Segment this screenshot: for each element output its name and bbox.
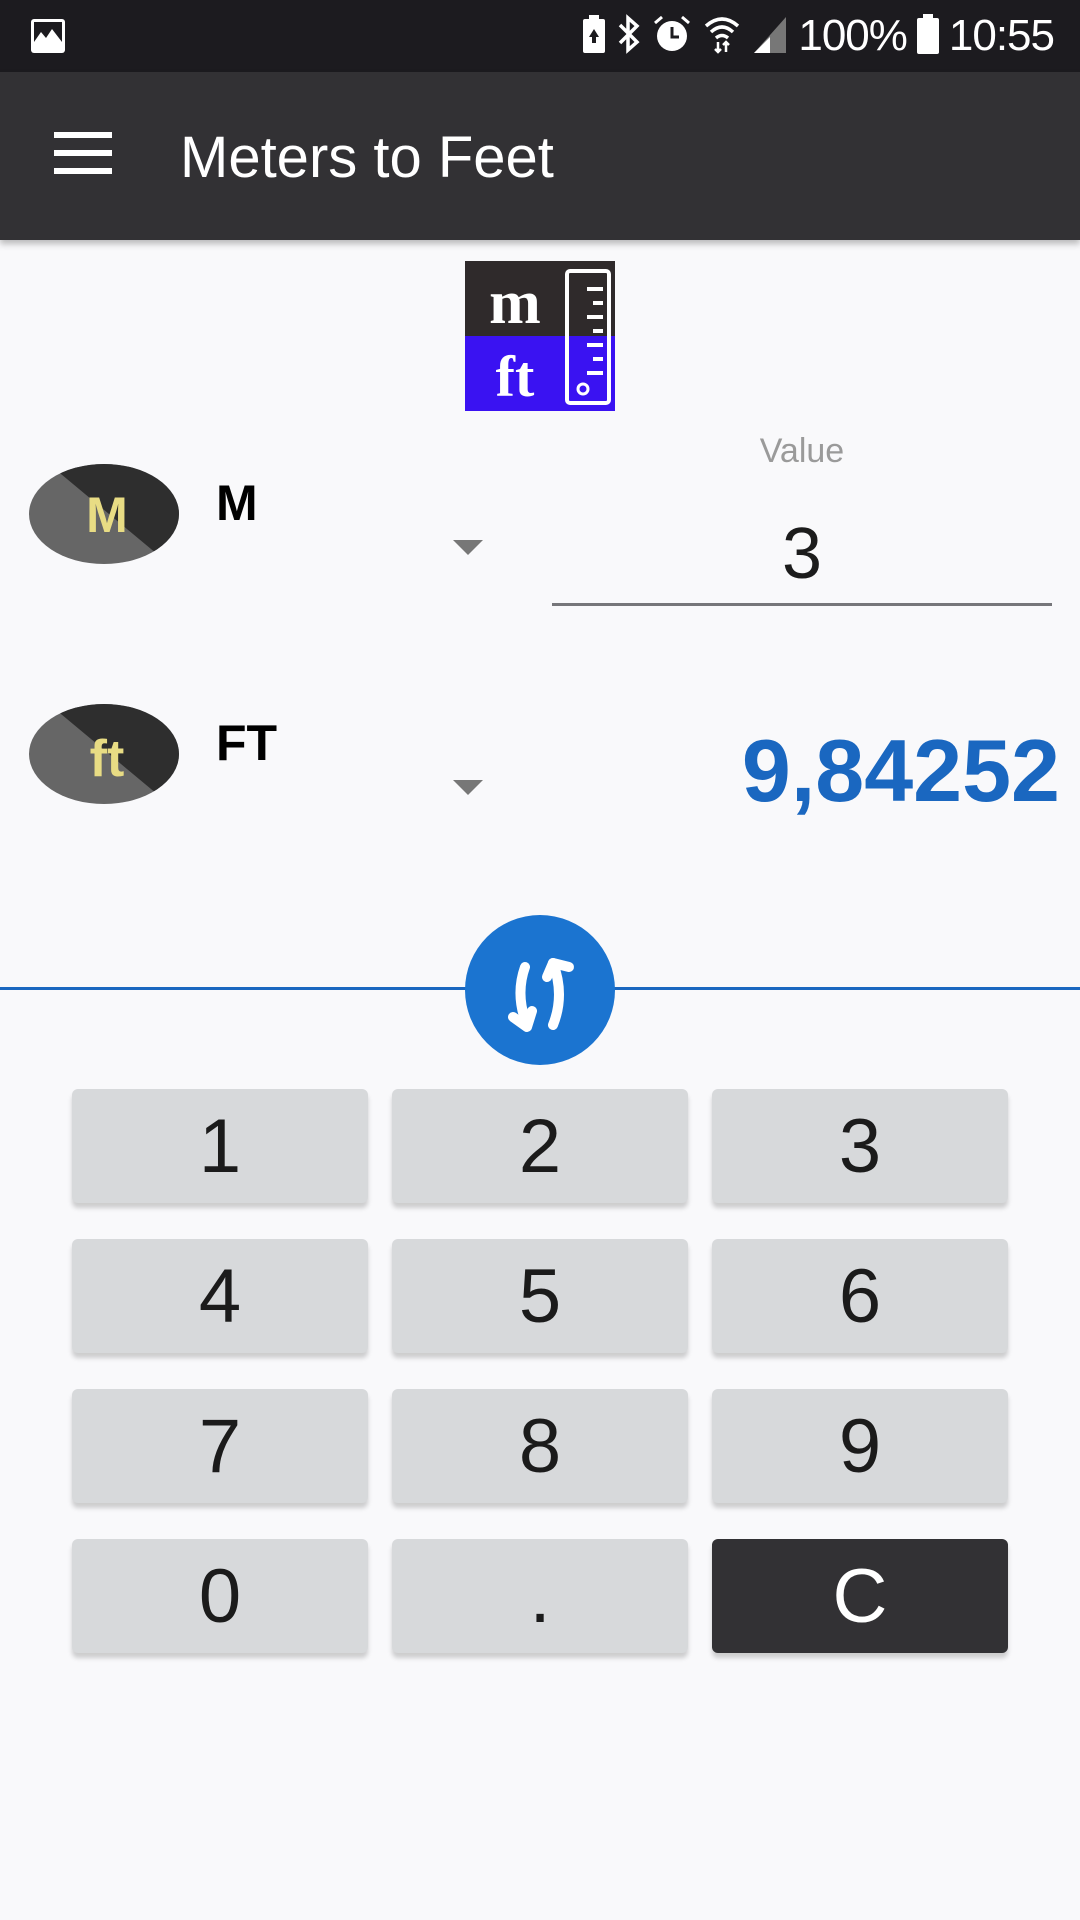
keypad: 1 2 3 4 5 6 7 8 9 0 . C [72, 1089, 1008, 1653]
signal-icon [752, 15, 788, 58]
result-value: 9,84252 [741, 721, 1060, 820]
logo-text-top: m [489, 269, 541, 337]
key-decimal[interactable]: . [392, 1539, 688, 1653]
key-8[interactable]: 8 [392, 1389, 688, 1503]
key-5[interactable]: 5 [392, 1239, 688, 1353]
app-logo: m ft [465, 261, 615, 411]
to-unit-selector[interactable]: ft FT [0, 700, 520, 810]
gallery-icon [30, 18, 66, 59]
key-6[interactable]: 6 [712, 1239, 1008, 1353]
key-1[interactable]: 1 [72, 1089, 368, 1203]
to-unit-code: FT [216, 715, 278, 771]
status-bar: 100% 10:55 [0, 0, 1080, 72]
key-2[interactable]: 2 [392, 1089, 688, 1203]
battery-icon [916, 13, 939, 59]
key-4[interactable]: 4 [72, 1239, 368, 1353]
meter-badge-icon: M [29, 464, 179, 564]
chevron-down-icon[interactable] [453, 780, 483, 795]
from-unit-code: M [216, 475, 258, 531]
value-label: Value [759, 432, 845, 470]
from-unit-selector[interactable]: M M [0, 460, 520, 570]
clock: 10:55 [948, 11, 1055, 60]
key-9[interactable]: 9 [712, 1389, 1008, 1503]
svg-text:ft: ft [90, 730, 125, 788]
app-bar: Meters to Feet [0, 72, 1080, 240]
svg-text:M: M [86, 487, 128, 543]
value-input[interactable] [552, 505, 1052, 606]
hamburger-menu-icon[interactable] [54, 130, 112, 180]
logo-text-bottom: ft [496, 344, 535, 409]
bluetooth-icon [616, 13, 642, 59]
swap-arrows-icon [508, 958, 574, 1032]
key-7[interactable]: 7 [72, 1389, 368, 1503]
key-3[interactable]: 3 [712, 1089, 1008, 1203]
battery-saver-icon [582, 14, 606, 58]
clear-button[interactable]: C [712, 1539, 1008, 1653]
alarm-icon [652, 14, 692, 59]
battery-percent: 100% [798, 11, 908, 60]
swap-button[interactable] [465, 915, 615, 1065]
key-0[interactable]: 0 [72, 1539, 368, 1653]
chevron-down-icon[interactable] [453, 540, 483, 555]
wifi-icon [702, 14, 742, 59]
page-title: Meters to Feet [180, 125, 554, 190]
feet-badge-icon: ft [29, 704, 179, 804]
